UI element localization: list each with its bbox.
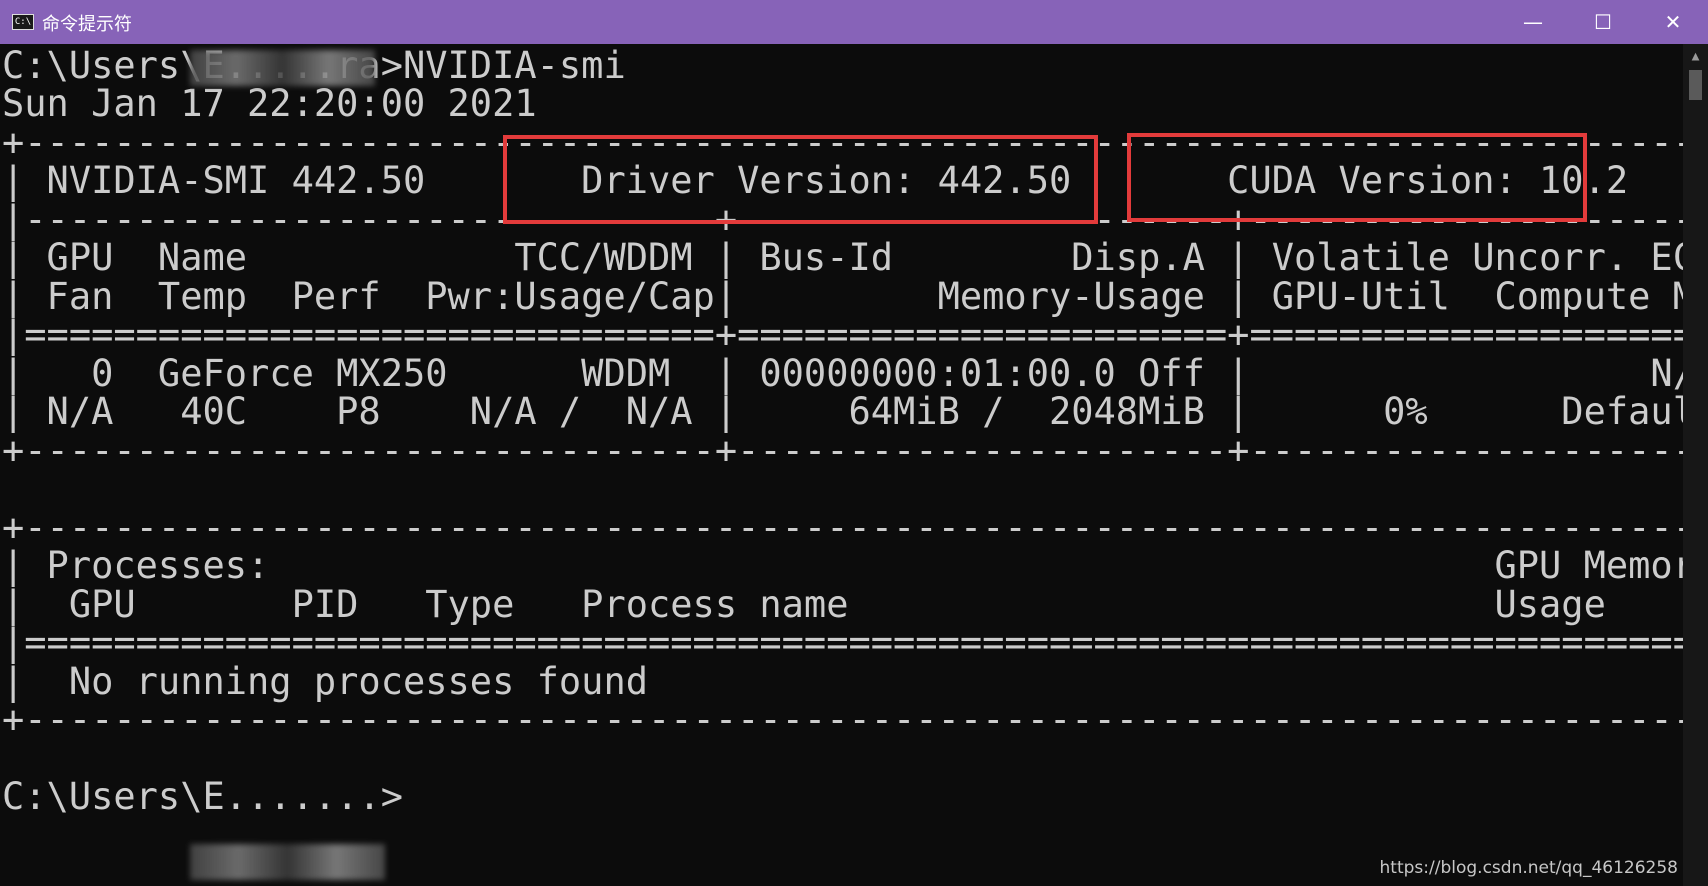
vertical-scrollbar[interactable]: ▲ [1683, 44, 1708, 886]
scroll-up-icon[interactable]: ▲ [1683, 44, 1708, 69]
cuda-version-highlight [1127, 133, 1587, 222]
console-line: | No running processes found | [2, 660, 1683, 703]
scrollbar-thumb[interactable] [1689, 70, 1702, 100]
window-title: 命令提示符 [42, 14, 132, 35]
cmd-app-icon: C:\ [12, 14, 34, 30]
console-line: |===============================+=======… [2, 313, 1683, 356]
redacted-username [190, 844, 385, 880]
close-button[interactable]: ✕ [1638, 0, 1708, 44]
driver-version-highlight [503, 135, 1098, 224]
console-line: +---------------------------------------… [2, 698, 1683, 741]
console-line: | Fan Temp Perf Pwr:Usage/Cap| Memory-Us… [2, 275, 1683, 318]
console-line: | Processes: GPU Memory | [2, 544, 1683, 587]
close-icon: ✕ [1664, 10, 1682, 34]
console-line: | GPU Name TCC/WDDM | Bus-Id Disp.A | Vo… [2, 236, 1683, 279]
console-line: |=======================================… [2, 621, 1683, 664]
redacted-username [190, 50, 375, 86]
console-line: +-------------------------------+-------… [2, 429, 1683, 472]
maximize-button[interactable]: ☐ [1568, 0, 1638, 44]
console-line: +---------------------------------------… [2, 506, 1683, 549]
console-line: C:\Users\E.......> [2, 775, 403, 818]
watermark: https://blog.csdn.net/qq_46126258 [1379, 858, 1678, 878]
console-line: Sun Jan 17 22:20:00 2021 [2, 82, 537, 125]
minimize-icon: — [1523, 10, 1543, 34]
minimize-button[interactable]: — [1498, 0, 1568, 44]
title-bar: C:\ 命令提示符 — ☐ ✕ [0, 0, 1708, 44]
console-line: | N/A 40C P8 N/A / N/A | 64MiB / 2048MiB… [2, 390, 1683, 433]
console-line: | 0 GeForce MX250 WDDM | 00000000:01:00.… [2, 352, 1683, 395]
maximize-icon: ☐ [1594, 10, 1612, 34]
console-line: | GPU PID Type Process name Usage | [2, 583, 1683, 626]
